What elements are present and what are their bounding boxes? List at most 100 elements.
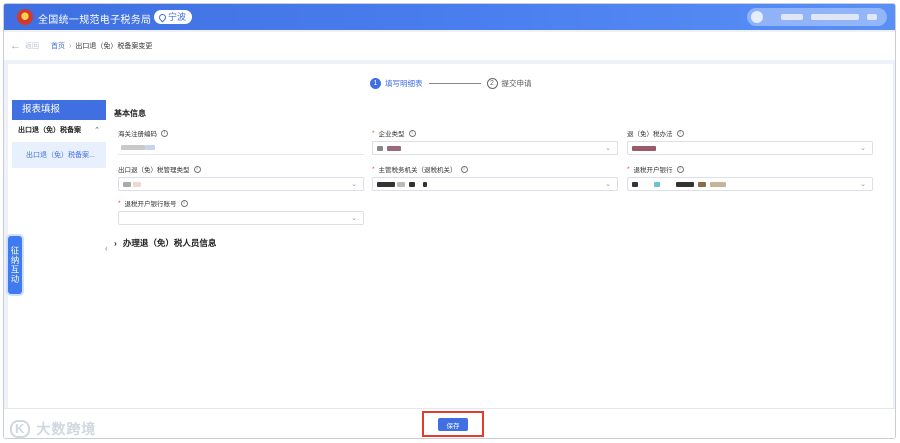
tax-emblem-icon — [17, 9, 33, 25]
customs-code-label: 海关注册编码 i — [118, 128, 364, 138]
enterprise-type-field: * 企业类型 i ⌄ — [372, 128, 618, 155]
customs-code-label-text: 海关注册编码 — [118, 131, 157, 138]
redacted-value — [632, 182, 638, 187]
breadcrumb-home[interactable]: 首页 — [51, 41, 65, 51]
redacted-user-info — [867, 14, 877, 20]
info-icon[interactable]: i — [408, 129, 416, 137]
step-2: 2 提交申请 — [486, 78, 532, 89]
basic-info-form: 基本信息 — [114, 108, 884, 119]
back-link[interactable]: 返回 — [25, 41, 39, 51]
refund-bank-label-text: 退税开户银行 — [633, 167, 673, 174]
chevron-down-icon: ⌄ — [860, 181, 866, 188]
redacted-value — [121, 145, 145, 150]
region-label: 宁波 — [168, 12, 187, 22]
left-panel-heading: 报表填报 — [12, 100, 106, 120]
region-selector[interactable]: 宁波 — [154, 10, 193, 24]
chevron-down-icon: ⌄ — [351, 215, 357, 222]
location-pin-icon — [157, 12, 168, 22]
left-nav-panel: 报表填报 出口退（免）税备案 ⌃ 出口退（免）税备案... — [12, 100, 106, 340]
save-button[interactable]: 保存 — [438, 418, 468, 431]
management-type-select[interactable]: ⌄ — [118, 177, 364, 191]
info-icon[interactable]: i — [676, 129, 684, 137]
save-highlight-box: 保存 — [422, 411, 484, 437]
redacted-value — [676, 182, 694, 187]
redacted-value — [377, 146, 383, 151]
subsection-title: 办理退（免）税人员信息 — [122, 238, 217, 248]
nav-group-toggle[interactable]: 出口退（免）税备案 ⌃ — [12, 120, 106, 140]
refund-method-field: 退（免）税办法 i ⌄ — [627, 128, 873, 155]
redacted-user-info — [811, 14, 859, 20]
watermark: K 大数跨境 — [10, 419, 97, 438]
required-mark: * — [372, 129, 375, 137]
info-icon[interactable]: i — [193, 165, 201, 173]
redacted-value — [632, 146, 656, 151]
redacted-value — [423, 182, 427, 187]
chevron-down-icon: ⌄ — [605, 145, 611, 152]
info-icon[interactable]: i — [180, 199, 188, 207]
step-2-label: 提交申请 — [501, 79, 532, 88]
step-1-label: 填写明细表 — [385, 79, 423, 88]
chevron-right-icon: › — [114, 238, 117, 248]
refund-bank-select[interactable]: ⌄ — [627, 177, 873, 191]
redacted-value — [387, 146, 401, 151]
customs-code-input[interactable] — [118, 141, 364, 155]
user-account-menu[interactable] — [747, 8, 887, 26]
chevron-up-icon: ⌃ — [94, 127, 100, 134]
required-mark: * — [372, 165, 375, 173]
redacted-value — [145, 145, 155, 150]
required-mark: * — [118, 199, 121, 207]
redacted-value — [377, 182, 395, 187]
refund-bank-label: * 退税开户银行 i — [627, 164, 873, 174]
interaction-side-tab[interactable]: 征纳互动 — [8, 236, 22, 294]
avatar — [751, 11, 763, 23]
bank-account-label: * 退税开户银行账号 i — [118, 198, 364, 208]
breadcrumb: ← 返回 首页 › 出口退（免）税备案变更 — [4, 32, 895, 60]
nav-item-filing[interactable]: 出口退（免）税备案... — [12, 142, 106, 168]
bank-account-select[interactable]: ⌄ — [118, 211, 364, 225]
handler-info-section-toggle[interactable]: › 办理退（免）税人员信息 — [114, 237, 216, 249]
info-icon[interactable]: i — [676, 165, 684, 173]
management-type-label: 出口退（免）税管理类型 i — [118, 164, 364, 174]
watermark-text: 大数跨境 — [36, 421, 97, 437]
back-arrow-icon[interactable]: ← — [10, 40, 21, 52]
customs-code-field: 海关注册编码 i — [118, 128, 364, 155]
chevron-down-icon: ⌄ — [860, 145, 866, 152]
info-icon[interactable]: i — [161, 129, 168, 137]
tax-authority-field: * 主管税务机关（退税机关） i ⌄ — [372, 164, 618, 191]
tax-authority-label: * 主管税务机关（退税机关） i — [372, 164, 618, 174]
redacted-value — [698, 182, 706, 187]
management-type-label-text: 出口退（免）税管理类型 — [118, 167, 190, 174]
management-type-field: 出口退（免）税管理类型 i ⌄ — [118, 164, 364, 191]
breadcrumb-separator-icon: › — [69, 42, 72, 50]
nav-group-label: 出口退（免）税备案 — [18, 127, 81, 134]
step-connector — [428, 83, 481, 84]
step-2-number: 2 — [486, 78, 498, 89]
enterprise-type-label: * 企业类型 i — [372, 128, 618, 138]
main-content: 1 填写明细表 2 提交申请 报表填报 出口退（免）税备案 ⌃ 出口退（免）税备… — [8, 64, 893, 409]
chevron-down-icon: ⌄ — [351, 181, 357, 188]
required-mark: * — [627, 165, 630, 173]
refund-method-label: 退（免）税办法 i — [627, 128, 873, 138]
refund-method-label-text: 退（免）税办法 — [627, 131, 673, 138]
footer-bar: K 大数跨境 保存 — [4, 408, 895, 438]
redacted-value — [123, 182, 131, 187]
app-window: 全国统一规范电子税务局 宁波 ← 返回 首页 › 出口退（免）税备案变更 1 填… — [3, 3, 896, 439]
section-title: 基本信息 — [114, 109, 146, 118]
enterprise-type-select[interactable]: ⌄ — [372, 141, 618, 155]
tax-authority-select[interactable]: ⌄ — [372, 177, 618, 191]
step-1: 1 填写明细表 — [370, 78, 423, 89]
top-header: 全国统一规范电子税务局 宁波 — [4, 4, 895, 30]
redacted-value — [710, 182, 726, 187]
step-indicator: 1 填写明细表 2 提交申请 — [370, 78, 532, 89]
tax-authority-label-text: 主管税务机关（退税机关） — [378, 167, 457, 174]
info-icon[interactable]: i — [460, 165, 468, 173]
watermark-logo: K — [10, 420, 31, 438]
refund-bank-field: * 退税开户银行 i ⌄ — [627, 164, 873, 191]
collapse-left-icon[interactable]: ‹ — [105, 244, 111, 258]
redacted-value — [654, 182, 660, 187]
redacted-value — [397, 182, 405, 187]
redacted-value — [133, 182, 141, 187]
refund-method-select[interactable]: ⌄ — [627, 141, 873, 155]
redacted-value — [409, 182, 415, 187]
breadcrumb-current: 出口退（免）税备案变更 — [75, 43, 153, 50]
